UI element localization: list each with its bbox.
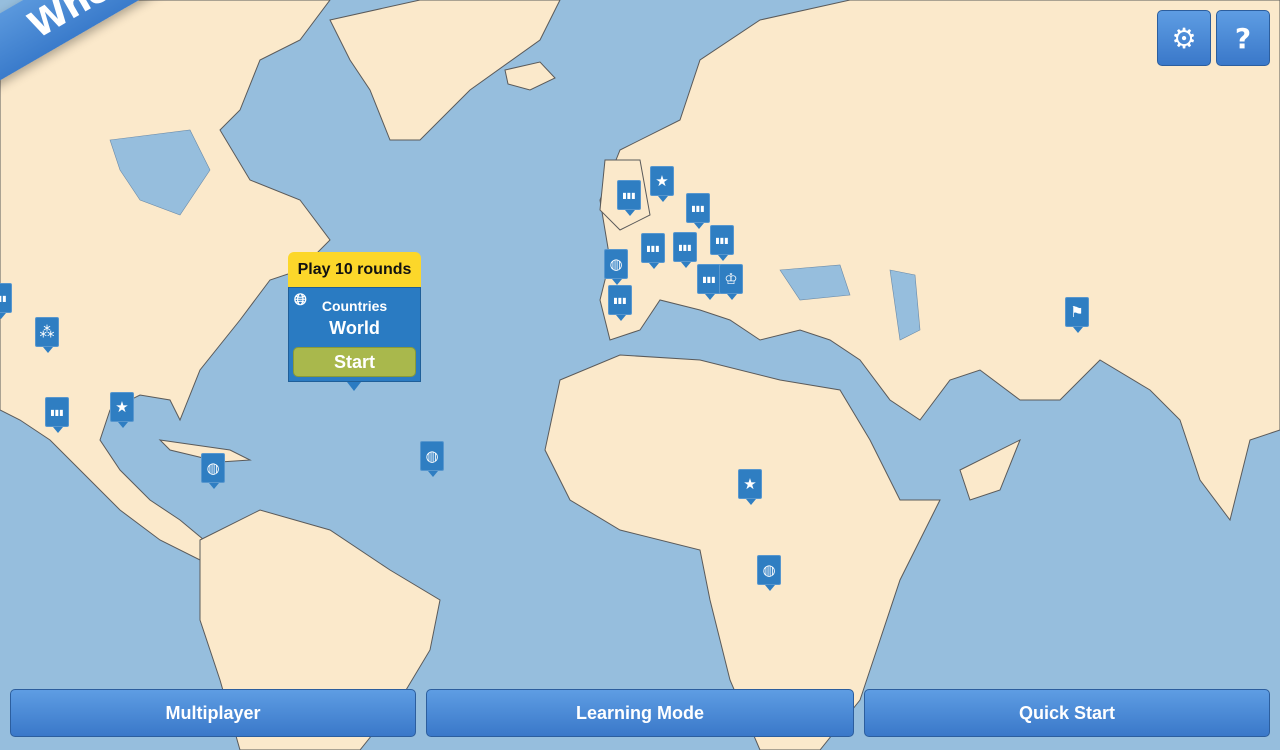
multiplayer-button[interactable]: Multiplayer: [10, 689, 416, 737]
globe-icon: 🌐︎: [294, 292, 307, 309]
map-marker-star[interactable]: ★: [738, 469, 762, 505]
map-marker-star[interactable]: ★: [650, 166, 674, 202]
map-marker-globe[interactable]: ◍: [757, 555, 781, 591]
map-marker-globe[interactable]: ◍: [420, 441, 444, 477]
star-icon: ★: [115, 398, 129, 416]
world-map[interactable]: [0, 0, 1280, 750]
bars-icon: ▮▮▮: [646, 243, 660, 253]
trophy-icon: ♔: [724, 270, 738, 288]
map-marker-star[interactable]: ★: [110, 392, 134, 428]
stars-icon: ⁂: [39, 323, 55, 341]
game-popup: Play 10 rounds 🌐︎ Countries World Start: [288, 252, 421, 391]
globe-icon: ◍: [206, 459, 220, 477]
bars-icon: ▮▮▮: [678, 242, 692, 252]
map-marker-bars[interactable]: ▮▮▮: [608, 285, 632, 321]
start-button[interactable]: Start: [293, 347, 416, 377]
bars-icon: ▮▮▮: [613, 295, 627, 305]
star-icon: ★: [655, 172, 669, 190]
bars-icon: ▮▮▮: [50, 407, 64, 417]
map-marker-bars[interactable]: ▮▮▮: [617, 180, 641, 216]
bars-icon: ▮▮▮: [691, 203, 705, 213]
globe-icon: ◍: [762, 561, 776, 579]
bars-icon: ▮▮▮: [715, 235, 729, 245]
map-marker-trophy[interactable]: ♔: [719, 264, 743, 300]
map-marker-flag[interactable]: ⚑: [1065, 297, 1089, 333]
bars-icon: ▮▮▮: [622, 190, 636, 200]
map-marker-bars[interactable]: ▮▮▮: [686, 193, 710, 229]
bars-icon: ▮▮▮: [702, 274, 716, 284]
north-america: [0, 0, 331, 561]
help-button[interactable]: ?: [1216, 10, 1270, 66]
gears-icon: ⚙: [1171, 21, 1197, 55]
map-marker-globe[interactable]: ◍: [604, 249, 628, 285]
popup-header: Play 10 rounds: [288, 252, 421, 287]
popup-region: World: [329, 318, 380, 338]
bars-icon: ▮▮▮: [0, 293, 7, 303]
star-icon: ★: [743, 475, 757, 493]
map-marker-bars[interactable]: ▮▮▮: [697, 264, 721, 300]
globe-icon: ◍: [425, 447, 439, 465]
map-marker-globe[interactable]: ◍: [201, 453, 225, 489]
popup-category: Countries: [321, 298, 388, 314]
map-marker-bars[interactable]: ▮▮▮: [45, 397, 69, 433]
help-icon: ?: [1234, 21, 1252, 55]
map-marker-bars[interactable]: ▮▮▮: [0, 283, 12, 319]
map-marker-bars[interactable]: ▮▮▮: [710, 225, 734, 261]
learning-mode-button[interactable]: Learning Mode: [426, 689, 854, 737]
map-marker-stars[interactable]: ⁂: [35, 317, 59, 353]
globe-icon: ◍: [609, 255, 623, 273]
settings-button[interactable]: ⚙: [1157, 10, 1211, 66]
quick-start-button[interactable]: Quick Start: [864, 689, 1270, 737]
flag-icon: ⚑: [1070, 303, 1084, 321]
map-marker-bars[interactable]: ▮▮▮: [641, 233, 665, 269]
map-marker-bars[interactable]: ▮▮▮: [673, 232, 697, 268]
